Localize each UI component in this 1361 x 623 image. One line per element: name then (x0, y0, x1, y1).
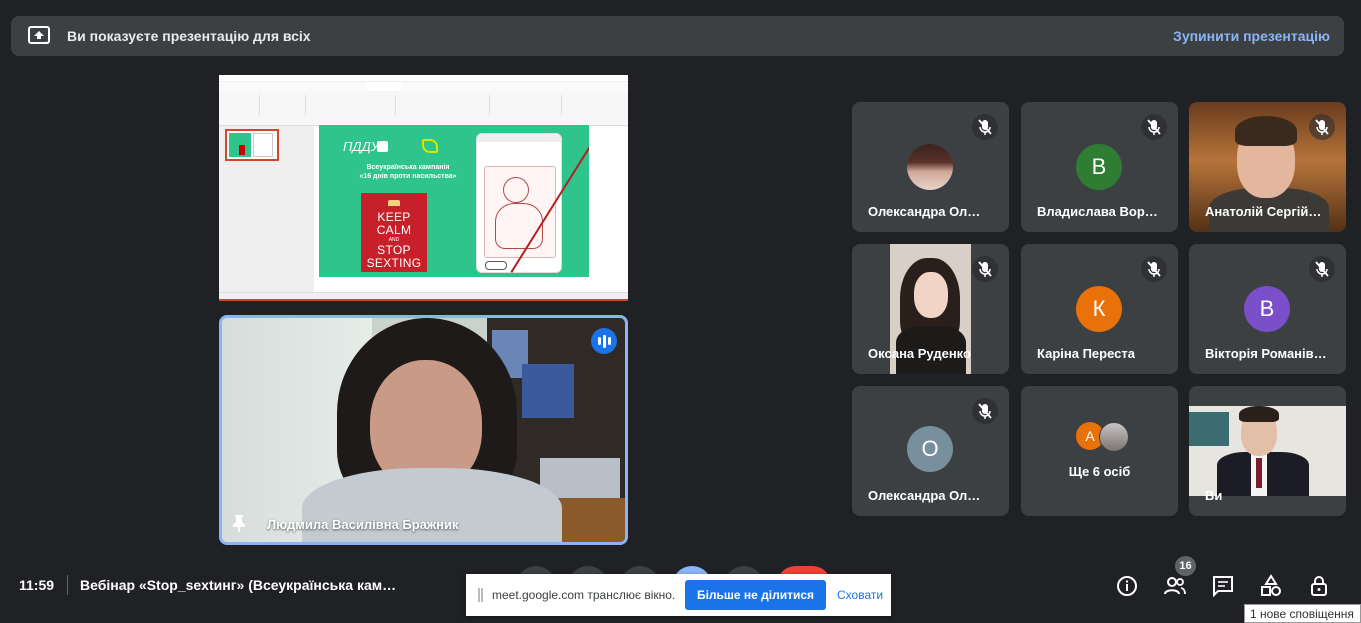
participant-name: Вікторія Романів… (1205, 346, 1327, 361)
ppt-status-bar (219, 292, 628, 301)
avatar (1099, 422, 1129, 452)
mic-off-icon (972, 398, 998, 424)
ppt-titlebar (219, 75, 628, 82)
info-icon[interactable] (1115, 574, 1139, 598)
chat-icon[interactable] (1211, 574, 1235, 598)
slide-heading: Всеукраїнська кампанія «16 днів проти на… (359, 164, 457, 180)
drag-handle-icon[interactable] (478, 588, 483, 602)
activities-icon[interactable] (1259, 574, 1283, 598)
participant-name: Каріна Переста (1037, 346, 1135, 361)
share-bar-text: meet.google.com транслює вікно. (492, 588, 676, 602)
participant-tile[interactable]: В Владислава Вор… (1021, 102, 1178, 232)
keep-calm-poster: KEEP CALM AND STOP SEXTING (361, 193, 427, 272)
notification-tooltip[interactable]: 1 нове сповіщення (1244, 604, 1361, 623)
slide-phone-illustration (476, 133, 562, 273)
speaker-name: Людмила Василівна Бражник (267, 517, 459, 532)
crown-icon (388, 200, 400, 206)
participant-tile[interactable]: Анатолій Сергій… (1189, 102, 1346, 232)
participant-tile[interactable]: О Олександра Ол… (852, 386, 1009, 516)
present-screen-icon (28, 26, 50, 49)
mic-off-icon (972, 114, 998, 140)
participant-name: Оксана Руденко (868, 346, 971, 361)
more-participants-tile[interactable]: А Ще 6 осіб (1021, 386, 1178, 516)
slide-logo: ПДДУ (343, 139, 380, 154)
avatar: В (1076, 144, 1122, 190)
slide-partner-logo (422, 139, 438, 153)
ppt-ribbon (219, 91, 628, 126)
people-icon[interactable] (1163, 574, 1187, 598)
presentation-banner: Ви показуєте презентацію для всіх Зупини… (11, 16, 1344, 56)
participant-name: Ви (1205, 488, 1223, 503)
avatar (907, 144, 953, 190)
slide-canvas: ПДДУ Всеукраїнська кампанія «16 днів про… (319, 125, 589, 277)
more-participants-label: Ще 6 осіб (1068, 464, 1131, 479)
mic-off-icon (972, 256, 998, 282)
ppt-slide-thumbnails (219, 126, 314, 292)
avatar: В (1244, 286, 1290, 332)
clock: 11:59 (19, 577, 55, 593)
self-video (1189, 406, 1346, 496)
participant-name: Олександра Ол… (868, 488, 981, 503)
participant-name: Владислава Вор… (1037, 204, 1158, 219)
slide-logo-mark (377, 141, 388, 152)
self-view-tile[interactable]: Ви (1189, 386, 1346, 516)
participant-name: Олександра Ол… (868, 204, 981, 219)
mic-off-icon (1141, 256, 1167, 282)
host-controls-lock-icon[interactable] (1307, 574, 1331, 598)
mic-off-icon (1141, 114, 1167, 140)
avatar: О (907, 426, 953, 472)
shared-presentation-window: ПДДУ Всеукраїнська кампанія «16 днів про… (219, 75, 628, 301)
divider (67, 575, 68, 595)
pin-icon[interactable] (232, 514, 246, 532)
hide-share-bar-link[interactable]: Сховати (837, 588, 883, 602)
participant-tile[interactable]: Олександра Ол… (852, 102, 1009, 232)
participant-tile[interactable]: В Вікторія Романів… (1189, 244, 1346, 374)
active-speaker-tile[interactable]: Людмила Василівна Бражник (219, 315, 628, 545)
stop-presenting-button[interactable]: Зупинити презентацію (1173, 28, 1330, 44)
avatar: К (1076, 286, 1122, 332)
meeting-title: Вебінар «Stop_sextинг» (Всеукраїнська ка… (80, 577, 397, 593)
participant-tile[interactable]: К Каріна Переста (1021, 244, 1178, 374)
banner-title: Ви показуєте презентацію для всіх (67, 28, 311, 44)
stop-sharing-button[interactable]: Більше не ділитися (685, 580, 826, 610)
speaking-indicator-icon (591, 328, 617, 354)
ppt-slide-thumbnail (225, 129, 279, 161)
participant-name: Анатолій Сергій… (1205, 204, 1322, 219)
screen-share-bar: meet.google.com транслює вікно. Більше н… (466, 574, 891, 616)
participant-count-badge: 16 (1175, 556, 1196, 576)
participant-tile[interactable]: Оксана Руденко (852, 244, 1009, 374)
mic-off-icon (1309, 114, 1335, 140)
mic-off-icon (1309, 256, 1335, 282)
